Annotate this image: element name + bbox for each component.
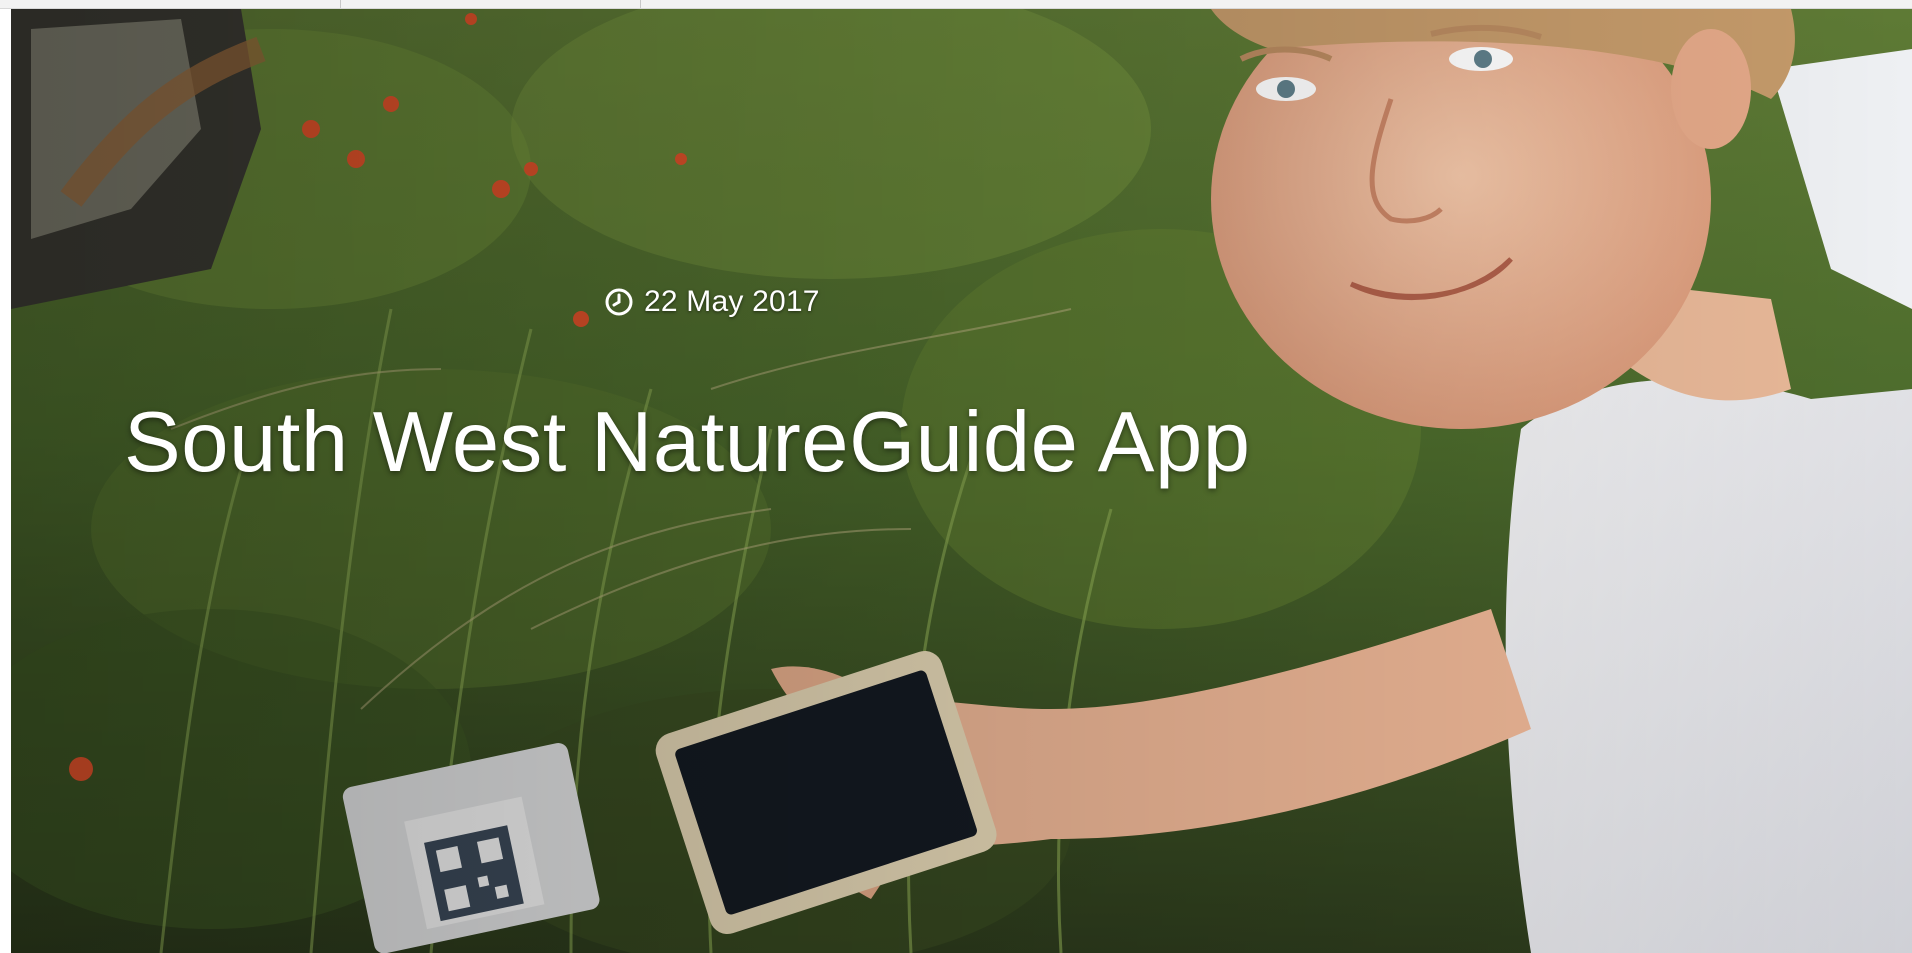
clock-icon <box>605 288 633 316</box>
post-date-text: 22 May 2017 <box>644 285 820 318</box>
page-title: South West NatureGuide App <box>124 395 1251 490</box>
top-edge-divider <box>340 0 341 8</box>
post-date: 22 May 2017 <box>604 285 820 319</box>
top-edge-divider <box>640 0 641 8</box>
hero-banner: 22 May 2017 South West NatureGuide App <box>11 9 1912 953</box>
browser-top-edge <box>0 0 1912 9</box>
page: 22 May 2017 South West NatureGuide App <box>0 0 1912 953</box>
